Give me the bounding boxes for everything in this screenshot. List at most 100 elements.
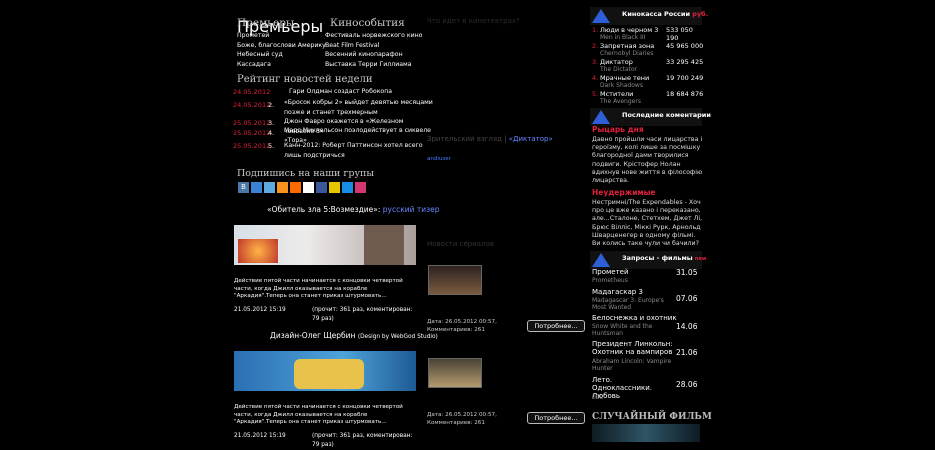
series-heading: Новости сериалов xyxy=(427,240,494,248)
boxoffice-title-en: Men in Black III xyxy=(600,34,646,41)
request-title-ru: Белоснежка и охотник xyxy=(592,314,677,322)
delicious-icon[interactable] xyxy=(303,182,314,193)
boxoffice-unit: руб. xyxy=(692,10,709,18)
rating-heading: Рейтинг новостей недели xyxy=(237,74,373,85)
rating-item[interactable]: Канн-2012: Роберт Паттинсон хотел всего … xyxy=(284,141,434,160)
post1-title-text[interactable]: «Обитель зла 5:Возмездие»: xyxy=(267,205,380,214)
request-row[interactable]: Мадагаскар 3 Madagascar 3: Europe's Most… xyxy=(592,288,702,314)
request-title-ru: Прометей xyxy=(592,268,629,276)
post2-image[interactable] xyxy=(234,351,416,391)
post2-sub: (Design by WebGod Studio) xyxy=(357,334,438,340)
comments-logo-icon xyxy=(592,110,610,124)
premiere-item[interactable]: Кассадага xyxy=(237,60,326,70)
request-date: 31.05 xyxy=(676,268,698,277)
series-meta-1: Дата: 26.05.2012 00:57, Комментариев: 26… xyxy=(427,319,497,333)
event-item[interactable]: Выставка Терри Гиллиама xyxy=(325,60,422,70)
post1-image[interactable] xyxy=(234,225,416,265)
request-row[interactable]: Лето. Одноклассники. Любовь LOL 28.06 xyxy=(592,376,702,402)
random-film-image[interactable] xyxy=(592,424,700,442)
event-item[interactable]: Весенний кинопарафон xyxy=(325,50,422,60)
premiere-item[interactable]: Боже, благослови Америку xyxy=(237,41,326,51)
rating-date: 25.05.2012 xyxy=(233,129,271,137)
viewer-author[interactable]: andiuser xyxy=(427,156,451,162)
request-row[interactable]: Прометей Prometheus 31.05 xyxy=(592,268,702,288)
event-item[interactable]: Beat Film Festival xyxy=(325,41,422,51)
boxoffice-rank: 3. xyxy=(592,58,599,66)
post1-title: «Обитель зла 5:Возмездие»: русский тизер xyxy=(267,205,440,214)
comments-heading: Последние коментарии xyxy=(622,111,711,119)
moi-mir-icon[interactable] xyxy=(342,182,353,193)
series-thumb-2[interactable] xyxy=(428,358,482,388)
boxoffice-title-en: Dark Shadows xyxy=(600,82,643,89)
boxoffice-row[interactable]: 4. Мрачные тени Dark Shadows 19 700 249 xyxy=(592,74,707,90)
requests-new-badge: new xyxy=(694,256,707,262)
boxoffice-value: 19 700 249 xyxy=(666,74,704,82)
post1-link[interactable]: русский тизер xyxy=(383,205,440,214)
boxoffice-rank: 2. xyxy=(592,42,599,50)
request-date: 14.06 xyxy=(676,322,698,331)
viewer-heading: Зрительский взгляд xyxy=(427,135,502,143)
request-title-en: Prometheus xyxy=(592,277,628,284)
boxoffice-rank: 1. xyxy=(592,26,599,34)
boxoffice-value: 533 050 190 xyxy=(666,26,693,42)
more-button[interactable]: Потробнее... xyxy=(527,412,585,424)
boxoffice-title-en: Chernobyl Diaries xyxy=(600,50,654,57)
premieres-list: Прометей Боже, благослови Америку Небесн… xyxy=(237,31,326,69)
requests-title: Запросы - фильмы xyxy=(622,254,693,262)
event-item[interactable]: Фестиваль норвежского кино xyxy=(325,31,422,41)
facebook-icon[interactable] xyxy=(316,182,327,193)
rating-item[interactable]: «Бросок кобры 2» выйдет девятью месяцами… xyxy=(284,98,434,117)
premiere-item[interactable]: Небесный суд xyxy=(237,50,326,60)
lj-icon[interactable] xyxy=(290,182,301,193)
boxoffice-row[interactable]: 1. Люди в черном 3 Men in Black III 533 … xyxy=(592,26,707,42)
boxoffice-value: 18 684 876 xyxy=(666,90,704,98)
odnoklassniki-icon[interactable] xyxy=(277,182,288,193)
more-button[interactable]: Потробнее... xyxy=(527,320,585,332)
rating-num: 2. xyxy=(268,101,275,109)
boxoffice-heading: Кинокасса России руб. xyxy=(622,10,708,18)
comment2-text: Нестримні/The Expendables - Хоч про це в… xyxy=(592,199,703,247)
comment2-title[interactable]: Неудержимые xyxy=(592,188,655,197)
boxoffice-title-ru: Мрачные тени xyxy=(600,74,650,82)
explosion-shape xyxy=(238,239,278,263)
rating-date: 24.05.2012 xyxy=(233,101,271,109)
premieres-heading: Премьеры xyxy=(237,17,295,29)
comment1-text: Давно пройшли часи лицарства і героїзму,… xyxy=(592,136,703,184)
events-list: Фестиваль норвежского кино Beat Film Fes… xyxy=(325,31,422,69)
request-title-ru: Президент Линкольн: Охотник на вампиров xyxy=(592,340,673,356)
request-row[interactable]: Президент Линкольн: Охотник на вампиров … xyxy=(592,340,702,376)
post1-stats: (прочит: 361 раз, коментирован: 79 раз) xyxy=(312,307,413,322)
boxoffice-row[interactable]: 5. Мстители The Avengers 18 684 876 xyxy=(592,90,707,106)
rating-item[interactable]: Гари Олдман создаст Робокопа xyxy=(289,87,429,97)
vk-icon[interactable]: В xyxy=(238,182,249,193)
twitter-icon[interactable] xyxy=(264,182,275,193)
boxoffice-rank: 4. xyxy=(592,74,599,82)
boxoffice-title: Кинокасса России xyxy=(622,10,691,18)
requests-list: Прометей Prometheus 31.05 Мадагаскар 3 M… xyxy=(592,268,702,402)
boxoffice-logo-icon xyxy=(592,9,610,23)
cinema-heading: Что идет в кинотеатрах? xyxy=(427,17,520,25)
ya-icon[interactable] xyxy=(329,182,340,193)
random-film-heading: СЛУЧАЙНЫЙ ФИЛЬМ xyxy=(592,412,712,422)
boxoffice-title-en: The Avengers xyxy=(600,98,641,105)
boxoffice-row[interactable]: 3. Диктатор The Dictator 33 295 425 xyxy=(592,58,707,74)
request-row[interactable]: Белоснежка и охотник Snow White and the … xyxy=(592,314,702,340)
boxoffice-title-ru: Диктатор xyxy=(600,58,633,66)
gplus-icon[interactable] xyxy=(355,182,366,193)
social-icons: В xyxy=(238,182,366,193)
post2-title-text[interactable]: Дизайн-Олег Щербин xyxy=(270,331,355,340)
rating-num: 5. xyxy=(268,142,275,150)
rating-num: 4. xyxy=(268,129,275,137)
boxoffice-title-ru: Мстители xyxy=(600,90,634,98)
viewer-link[interactable]: «Диктатор» xyxy=(509,135,553,143)
premiere-item[interactable]: Прометей xyxy=(237,31,326,41)
post2-title: Дизайн-Олег Щербин (Design by WebGod Stu… xyxy=(270,331,438,340)
rating-date: 25.05.2012 xyxy=(233,142,271,150)
series-thumb-1[interactable] xyxy=(428,265,482,295)
request-title-en: Abraham Lincoln: Vampire Hunter xyxy=(592,358,672,372)
boxoffice-title-ru: Запретная зона xyxy=(600,42,655,50)
boxoffice-row[interactable]: 2. Запретная зона Chernobyl Diaries 45 9… xyxy=(592,42,707,58)
comment1-title[interactable]: Рыцарь дня xyxy=(592,125,644,134)
requests-logo-icon xyxy=(592,253,610,267)
mail-icon[interactable] xyxy=(251,182,262,193)
